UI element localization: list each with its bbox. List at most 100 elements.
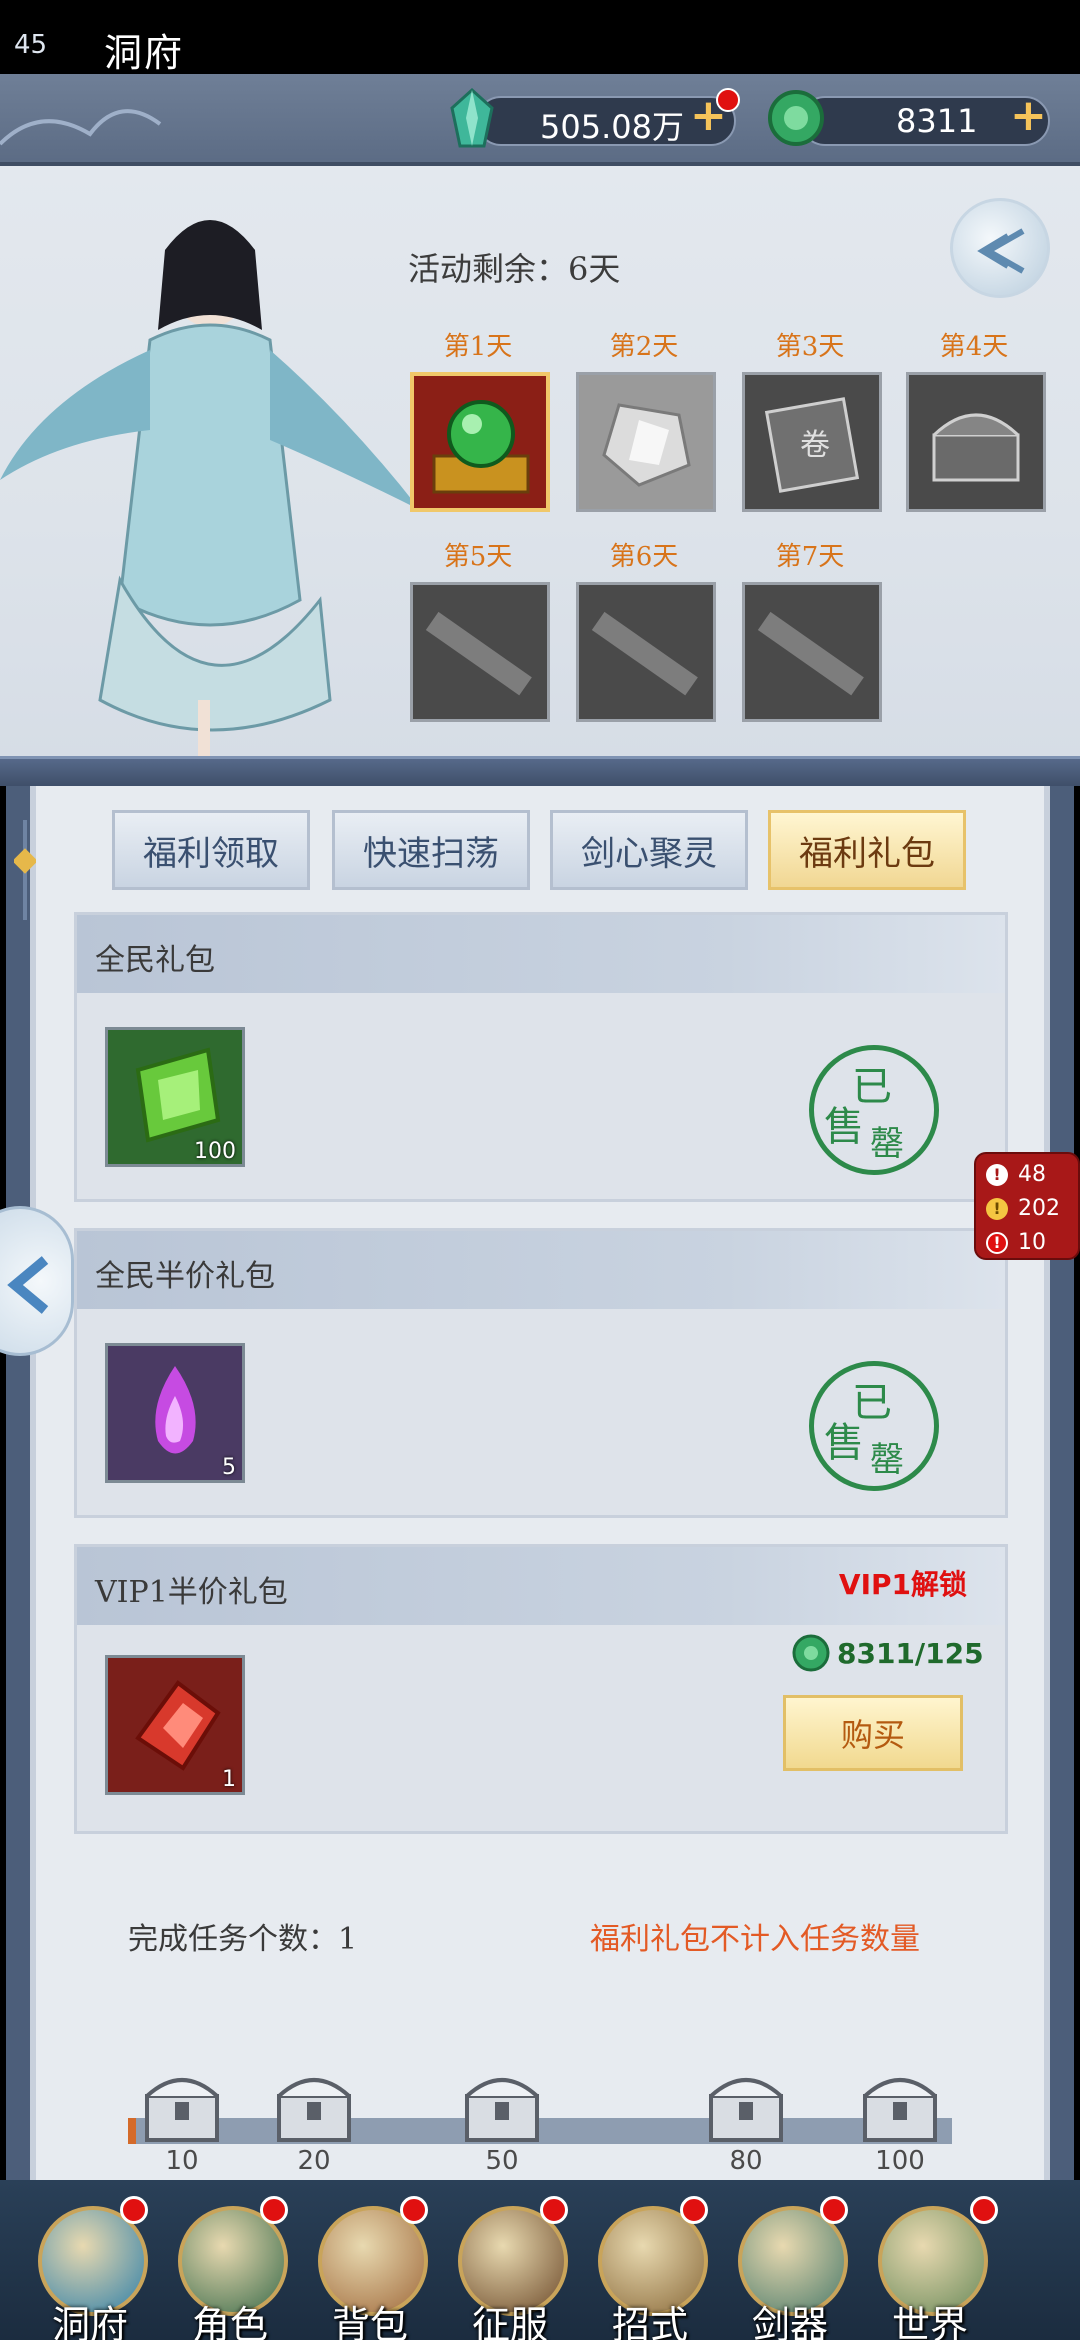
nav-bag[interactable]: 背包 xyxy=(300,2196,440,2340)
nav-label: 招式 xyxy=(611,2303,688,2340)
resource1-value: 505.08万 xyxy=(540,108,684,146)
day-label: 第1天 xyxy=(443,332,513,362)
milestone-label: 100 xyxy=(875,2146,925,2176)
day7-reward[interactable] xyxy=(742,582,882,722)
player-level: 45 xyxy=(14,30,48,60)
notification-dot xyxy=(120,2196,148,2224)
nav-label: 背包 xyxy=(331,2303,408,2340)
nav-conquer[interactable]: 征服 xyxy=(440,2196,580,2340)
task-count-label: 完成任务个数：1 xyxy=(128,1922,358,1957)
gift-card: VIP1半价礼包 VIP1解锁 1 8311/125 购买 xyxy=(74,1544,1008,1834)
gift-item[interactable]: 1 xyxy=(105,1655,245,1795)
notification-dot xyxy=(820,2196,848,2224)
notification-dot xyxy=(260,2196,288,2224)
card-title: VIP1半价礼包 xyxy=(95,1575,288,1610)
card-header: 全民半价礼包 xyxy=(77,1231,1005,1309)
info-icon: ! xyxy=(986,1163,1008,1186)
scroll-icon xyxy=(591,611,698,696)
scroll-icon xyxy=(757,611,864,696)
gift-item[interactable]: 5 xyxy=(105,1343,245,1483)
milestone-label: 80 xyxy=(729,2146,763,2176)
day-label: 第7天 xyxy=(775,542,845,572)
milestone-label: 10 xyxy=(165,2146,199,2176)
notification-dot xyxy=(680,2196,708,2224)
tab-welfare-gift[interactable]: 福利礼包 xyxy=(768,810,966,890)
side-expand-button[interactable] xyxy=(0,1206,74,1356)
jade-coin-icon xyxy=(792,1634,830,1672)
nav-label: 征服 xyxy=(471,2303,548,2340)
day3-reward[interactable]: 卷 xyxy=(742,372,882,512)
page-title: 洞府 xyxy=(104,31,185,75)
day4-reward[interactable] xyxy=(906,372,1046,512)
back-button[interactable] xyxy=(950,198,1050,298)
tab-quick-sweep[interactable]: 快速扫荡 xyxy=(332,810,530,890)
add-resource2-button[interactable]: + xyxy=(1010,90,1047,141)
notification-dot xyxy=(540,2196,568,2224)
card-title: 全民半价礼包 xyxy=(95,1259,275,1294)
nav-role[interactable]: 角色 xyxy=(160,2196,300,2340)
sold-out-stamp: 已 售 罄 xyxy=(809,1045,939,1175)
vip-lock-label: VIP1解锁 xyxy=(838,1568,967,1601)
tab-sword-spirit[interactable]: 剑心聚灵 xyxy=(550,810,748,890)
milestone-chest[interactable] xyxy=(459,2058,545,2148)
character-illustration xyxy=(0,220,420,760)
treasure-chest-icon xyxy=(932,413,1020,482)
jade-crystal-icon xyxy=(450,88,494,148)
buy-button[interactable]: 购买 xyxy=(783,1695,963,1771)
item-count: 100 xyxy=(194,1139,236,1164)
jade-orb-icon xyxy=(432,400,530,494)
day5-reward[interactable] xyxy=(410,582,550,722)
svg-text:卷: 卷 xyxy=(800,428,830,463)
milestone-chest[interactable] xyxy=(703,2058,789,2148)
debug-counter-badge[interactable]: ! 48 ! 202 ! 10 xyxy=(974,1152,1080,1260)
day-label: 第3天 xyxy=(775,332,845,362)
notification-dot xyxy=(970,2196,998,2224)
back-arrow-icon xyxy=(977,228,1025,274)
resource2-value: 8311 xyxy=(896,102,978,140)
event-remaining-days: 活动剩余：6天 xyxy=(408,250,621,288)
notification-dot xyxy=(716,88,740,112)
tassel-ornament xyxy=(14,820,36,920)
chest-icon xyxy=(863,2078,937,2142)
milestone-label: 20 xyxy=(297,2146,331,2176)
gift-card: 全民半价礼包 5 已 售 罄 xyxy=(74,1228,1008,1518)
nav-label: 剑器 xyxy=(751,2303,828,2340)
day1-reward[interactable] xyxy=(410,372,550,512)
chest-icon xyxy=(465,2078,539,2142)
item-count: 1 xyxy=(222,1767,236,1792)
warning-icon: ! xyxy=(986,1197,1008,1220)
milestone-chest[interactable] xyxy=(271,2058,357,2148)
milestone-label: 50 xyxy=(485,2146,519,2176)
nav-world[interactable]: 世界 xyxy=(860,2196,1000,2340)
nav-skill[interactable]: 招式 xyxy=(580,2196,720,2340)
chevron-left-icon xyxy=(7,1256,49,1314)
nav-sword[interactable]: 剑器 xyxy=(720,2196,860,2340)
card-header: VIP1半价礼包 VIP1解锁 xyxy=(77,1547,1005,1625)
chest-icon xyxy=(709,2078,783,2142)
progress-fill xyxy=(128,2118,137,2144)
panel-top-bar xyxy=(0,756,1080,786)
gift-item[interactable]: 100 xyxy=(105,1027,245,1167)
milestone-chest[interactable] xyxy=(857,2058,943,2148)
sold-out-stamp: 已 售 罄 xyxy=(809,1361,939,1491)
price-label: 8311/125 xyxy=(837,1637,984,1670)
day-label: 第2天 xyxy=(609,332,679,362)
day6-reward[interactable] xyxy=(576,582,716,722)
day2-reward[interactable] xyxy=(576,372,716,512)
nav-cave[interactable]: 洞府 xyxy=(20,2196,160,2340)
milestone-chest[interactable] xyxy=(139,2058,225,2148)
chest-icon xyxy=(145,2078,219,2142)
day-label: 第5天 xyxy=(443,542,513,572)
chest-icon xyxy=(277,2078,351,2142)
nav-label: 世界 xyxy=(891,2303,968,2340)
card-header: 全民礼包 xyxy=(77,915,1005,993)
jade-coin-icon xyxy=(768,90,824,146)
day-label: 第4天 xyxy=(939,332,1009,362)
error-icon: ! xyxy=(986,1231,1008,1254)
tab-welfare-claim[interactable]: 福利领取 xyxy=(112,810,310,890)
day-label: 第6天 xyxy=(609,542,679,572)
nav-label: 角色 xyxy=(191,2303,268,2340)
manual-book-icon: 卷 xyxy=(764,397,860,493)
card-title: 全民礼包 xyxy=(95,943,215,978)
notification-dot xyxy=(400,2196,428,2224)
